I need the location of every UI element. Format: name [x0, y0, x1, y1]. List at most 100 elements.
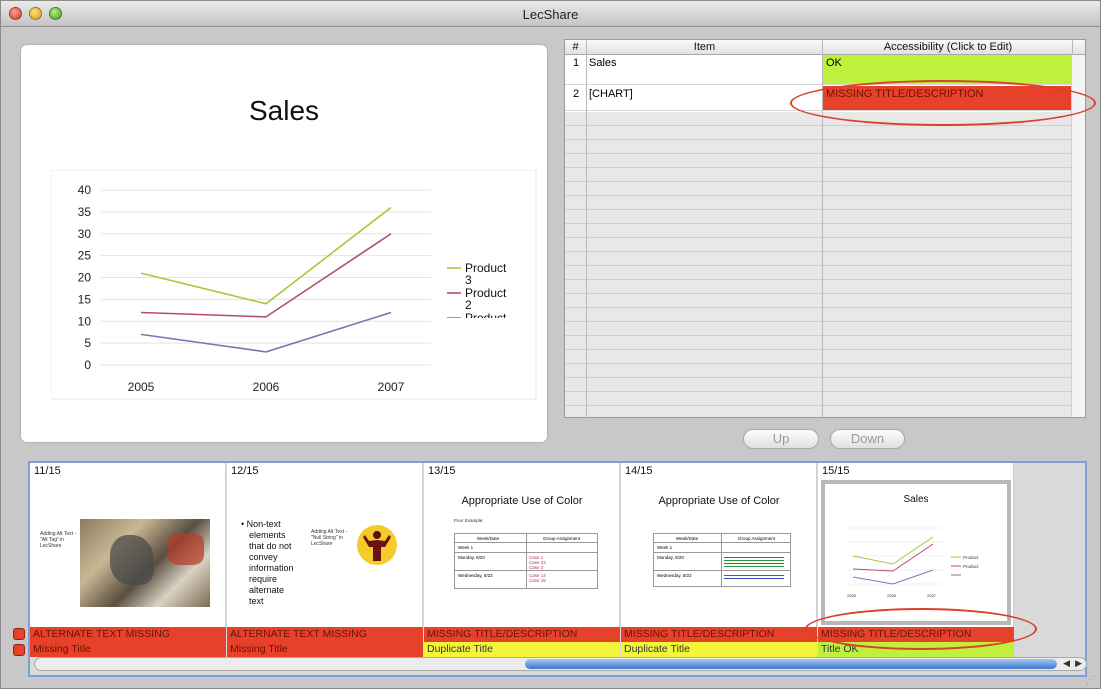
- empty-table-row: [565, 182, 1071, 196]
- bullet-line: require: [249, 574, 278, 584]
- mini-series-product-2: [852, 543, 934, 572]
- mini-table-row: Monday, 8/20: [654, 553, 790, 571]
- y-tick-label: 40: [78, 183, 92, 197]
- column-header-accessibility[interactable]: Accessibility (Click to Edit): [823, 41, 1073, 53]
- scroll-right-arrow-icon[interactable]: ▶: [1075, 658, 1082, 669]
- status-alt-text[interactable]: ALTERNATE TEXT MISSING: [227, 627, 423, 642]
- bullet-text: Non-text: [246, 519, 281, 529]
- mini-series-product-3: [852, 536, 934, 565]
- slide-number: 12/15: [231, 465, 259, 477]
- down-button[interactable]: Down: [830, 429, 905, 449]
- slide-thumbnail[interactable]: 12/15 • Non-text elements that do not co…: [227, 463, 423, 630]
- title-indicator-icon: [13, 644, 25, 656]
- mini-table: Week/Date Group Assignment Week 1 Monday…: [454, 533, 598, 589]
- status-title[interactable]: Duplicate Title: [621, 642, 817, 657]
- mini-table-cell: Case 14 Case 15: [529, 573, 546, 583]
- slide-thumbnail[interactable]: 14/15 Appropriate Use of Color Week/Date…: [621, 463, 817, 630]
- empty-table-row: [565, 224, 1071, 238]
- svg-text:2006: 2006: [887, 593, 897, 598]
- line-chart: 05101520253035402005 2006 2007Product3Prod…: [51, 170, 537, 400]
- slide-title: Appropriate Use of Color: [461, 495, 583, 507]
- mini-table-row: Wednesday, 8/22: [654, 571, 790, 585]
- slide-number: 14/15: [625, 465, 653, 477]
- mini-table-divider: [721, 534, 722, 586]
- svg-text:Product: Product: [963, 564, 979, 569]
- window-title: LecShare: [522, 7, 579, 22]
- slide-thumbnail[interactable]: 15/15 Sales Product Product 2005 2006 20…: [818, 463, 1014, 630]
- selected-slide-frame: Sales Product Product 2005 2006 2007: [821, 480, 1011, 625]
- y-tick-label: 5: [84, 336, 91, 350]
- slide-subtitle: Poor Example:: [454, 518, 484, 523]
- status-alt-text[interactable]: MISSING TITLE/DESCRIPTION: [621, 627, 817, 642]
- chart-legend: Product3Product2Product: [447, 261, 507, 318]
- mini-table-cell: [724, 555, 784, 567]
- slide-title: Appropriate Use of Color: [658, 495, 780, 507]
- title-bar: LecShare: [1, 1, 1100, 27]
- empty-table-row: [565, 406, 1071, 417]
- bullet-line: convey: [249, 552, 278, 562]
- mini-table-cell: Group Assignment: [543, 536, 581, 541]
- row-item: Sales: [589, 57, 617, 69]
- mini-table-cell: Week 1: [458, 545, 474, 550]
- status-title[interactable]: Duplicate Title: [424, 642, 620, 657]
- slide-photo-detail: [168, 533, 204, 565]
- empty-table-row: [565, 126, 1071, 140]
- empty-table-row: [565, 308, 1071, 322]
- status-alt-text[interactable]: MISSING TITLE/DESCRIPTION: [424, 627, 620, 642]
- legend-label: 3: [465, 273, 472, 287]
- scroll-left-arrow-icon[interactable]: ◀: [1063, 658, 1070, 669]
- presenter-figure-icon: [357, 525, 397, 565]
- y-tick-label: 30: [78, 227, 92, 241]
- slide-number: 11/15: [34, 465, 61, 477]
- y-tick-label: 25: [78, 249, 92, 263]
- table-row[interactable]: 1 Sales OK: [565, 55, 1085, 85]
- mini-table-cell: Wednesday, 8/22: [458, 573, 493, 578]
- status-title[interactable]: Missing Title: [227, 642, 423, 657]
- row-number: 2: [573, 88, 580, 100]
- mini-table-cell: Monday, 8/20: [458, 555, 485, 560]
- slide-photo-detail: [110, 535, 154, 585]
- bullet-list: • Non-text elements that do not convey i…: [241, 519, 294, 607]
- main-content: Sales 0 5 10 15 20 25 30 35 40 2005 2006 2007 Produc…: [1, 28, 1100, 688]
- row-item: [CHART]: [589, 88, 633, 100]
- x-tick-label: 2007: [378, 380, 405, 394]
- row-number: 1: [573, 57, 580, 69]
- slide-title: Sales: [903, 494, 929, 505]
- empty-table-row: [565, 210, 1071, 224]
- mini-table-cell: Week/Date: [676, 536, 699, 541]
- mini-line-chart: Product Product 2005 2006 2007: [847, 527, 979, 598]
- slide-caption: Adding Alt Text - "Alt Tag" in LecShare: [40, 531, 77, 549]
- resize-grip-icon[interactable]: ⋰: [1086, 675, 1096, 686]
- empty-table-row: [565, 378, 1071, 392]
- mini-table-cell: Week/Date: [477, 536, 500, 541]
- slide-number: 15/15: [822, 465, 850, 477]
- mini-table-cell: [724, 573, 784, 581]
- bullet-line: • Non-text: [241, 519, 281, 529]
- slide-thumbnail[interactable]: 13/15 Appropriate Use of Color Poor Exam…: [424, 463, 620, 630]
- slide-thumbnail[interactable]: 11/15 Adding Alt Text - "Alt Tag" in Lec…: [30, 463, 226, 630]
- highlight-oval: [805, 608, 1037, 650]
- empty-table-row: [565, 280, 1071, 294]
- filmstrip-scrollbar[interactable]: ◀ ▶: [34, 657, 1087, 671]
- empty-table-row: [565, 252, 1071, 266]
- mini-axis: [847, 527, 943, 585]
- svg-text:2005: 2005: [847, 593, 857, 598]
- slide-title: Sales: [248, 95, 320, 126]
- empty-table-row: [565, 392, 1071, 406]
- alt-text-indicator-icon: [13, 628, 25, 640]
- up-button[interactable]: Up: [743, 429, 819, 449]
- empty-table-row: [565, 238, 1071, 252]
- column-header-number[interactable]: #: [565, 41, 586, 53]
- column-header-item[interactable]: Item: [587, 41, 822, 53]
- status-alt-text[interactable]: ALTERNATE TEXT MISSING: [30, 627, 226, 642]
- mini-table-cell: Group Assignment: [738, 536, 776, 541]
- slide-caption: Adding Alt Text - "Null String" in LecSh…: [311, 529, 348, 547]
- empty-table-row: [565, 266, 1071, 280]
- empty-table-row: [565, 294, 1071, 308]
- scrollbar-thumb[interactable]: [525, 659, 1057, 669]
- app-window: LecShare Sales 0 5 10 15 20 25 30 35 40 2005 2006 2…: [0, 0, 1101, 689]
- y-tick-label: 35: [78, 205, 92, 219]
- bullet-line: alternate: [249, 585, 285, 595]
- bullet-line: elements: [249, 530, 286, 540]
- status-title[interactable]: Missing Title: [30, 642, 226, 657]
